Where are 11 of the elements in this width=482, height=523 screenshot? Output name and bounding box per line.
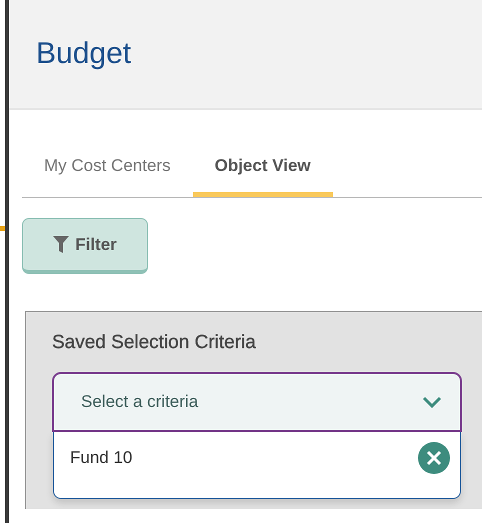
chevron-down-icon [422, 396, 442, 408]
nav-marker [0, 226, 5, 231]
filter-button[interactable]: Filter [22, 218, 148, 274]
dropdown-option[interactable]: Fund 10 [70, 448, 132, 468]
remove-icon[interactable] [418, 442, 450, 474]
tab[interactable]: Object View [192, 135, 333, 197]
tab[interactable]: My Cost Centers [22, 135, 193, 197]
panel-title: Saved Selection Criteria [52, 332, 257, 354]
filter-icon [53, 236, 70, 253]
page-title: Budget [36, 37, 132, 71]
criteria-dropdown[interactable]: Select a criteria [52, 372, 462, 432]
